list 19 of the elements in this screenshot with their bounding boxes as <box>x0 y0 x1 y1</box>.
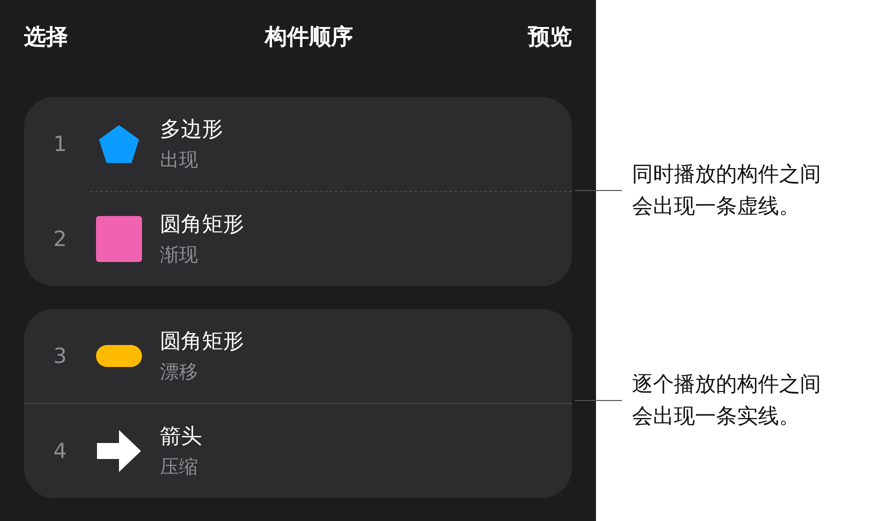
screen-title: 构件顺序 <box>265 24 353 52</box>
object-name: 多边形 <box>160 116 223 143</box>
object-name: 圆角矩形 <box>160 211 244 238</box>
callout-text: 逐个播放的构件之间会出现一条实线。 <box>632 371 822 430</box>
effect-name: 漂移 <box>160 360 199 385</box>
object-name: 箭头 <box>160 423 202 450</box>
effect-name: 压缩 <box>160 455 199 480</box>
order-number: 3 <box>52 344 68 368</box>
effect-name: 出现 <box>160 148 199 173</box>
leader-line <box>575 400 622 401</box>
effect-name: 渐现 <box>160 243 199 268</box>
select-button[interactable]: 选择 <box>24 22 68 52</box>
callout-text: 同时播放的构件之间会出现一条虚线。 <box>632 161 822 220</box>
leader-line <box>575 190 622 191</box>
preview-button[interactable]: 预览 <box>528 22 572 52</box>
order-number: 4 <box>52 439 68 463</box>
object-name: 圆角矩形 <box>160 328 244 355</box>
order-number: 2 <box>52 227 68 251</box>
order-number: 1 <box>52 132 68 156</box>
